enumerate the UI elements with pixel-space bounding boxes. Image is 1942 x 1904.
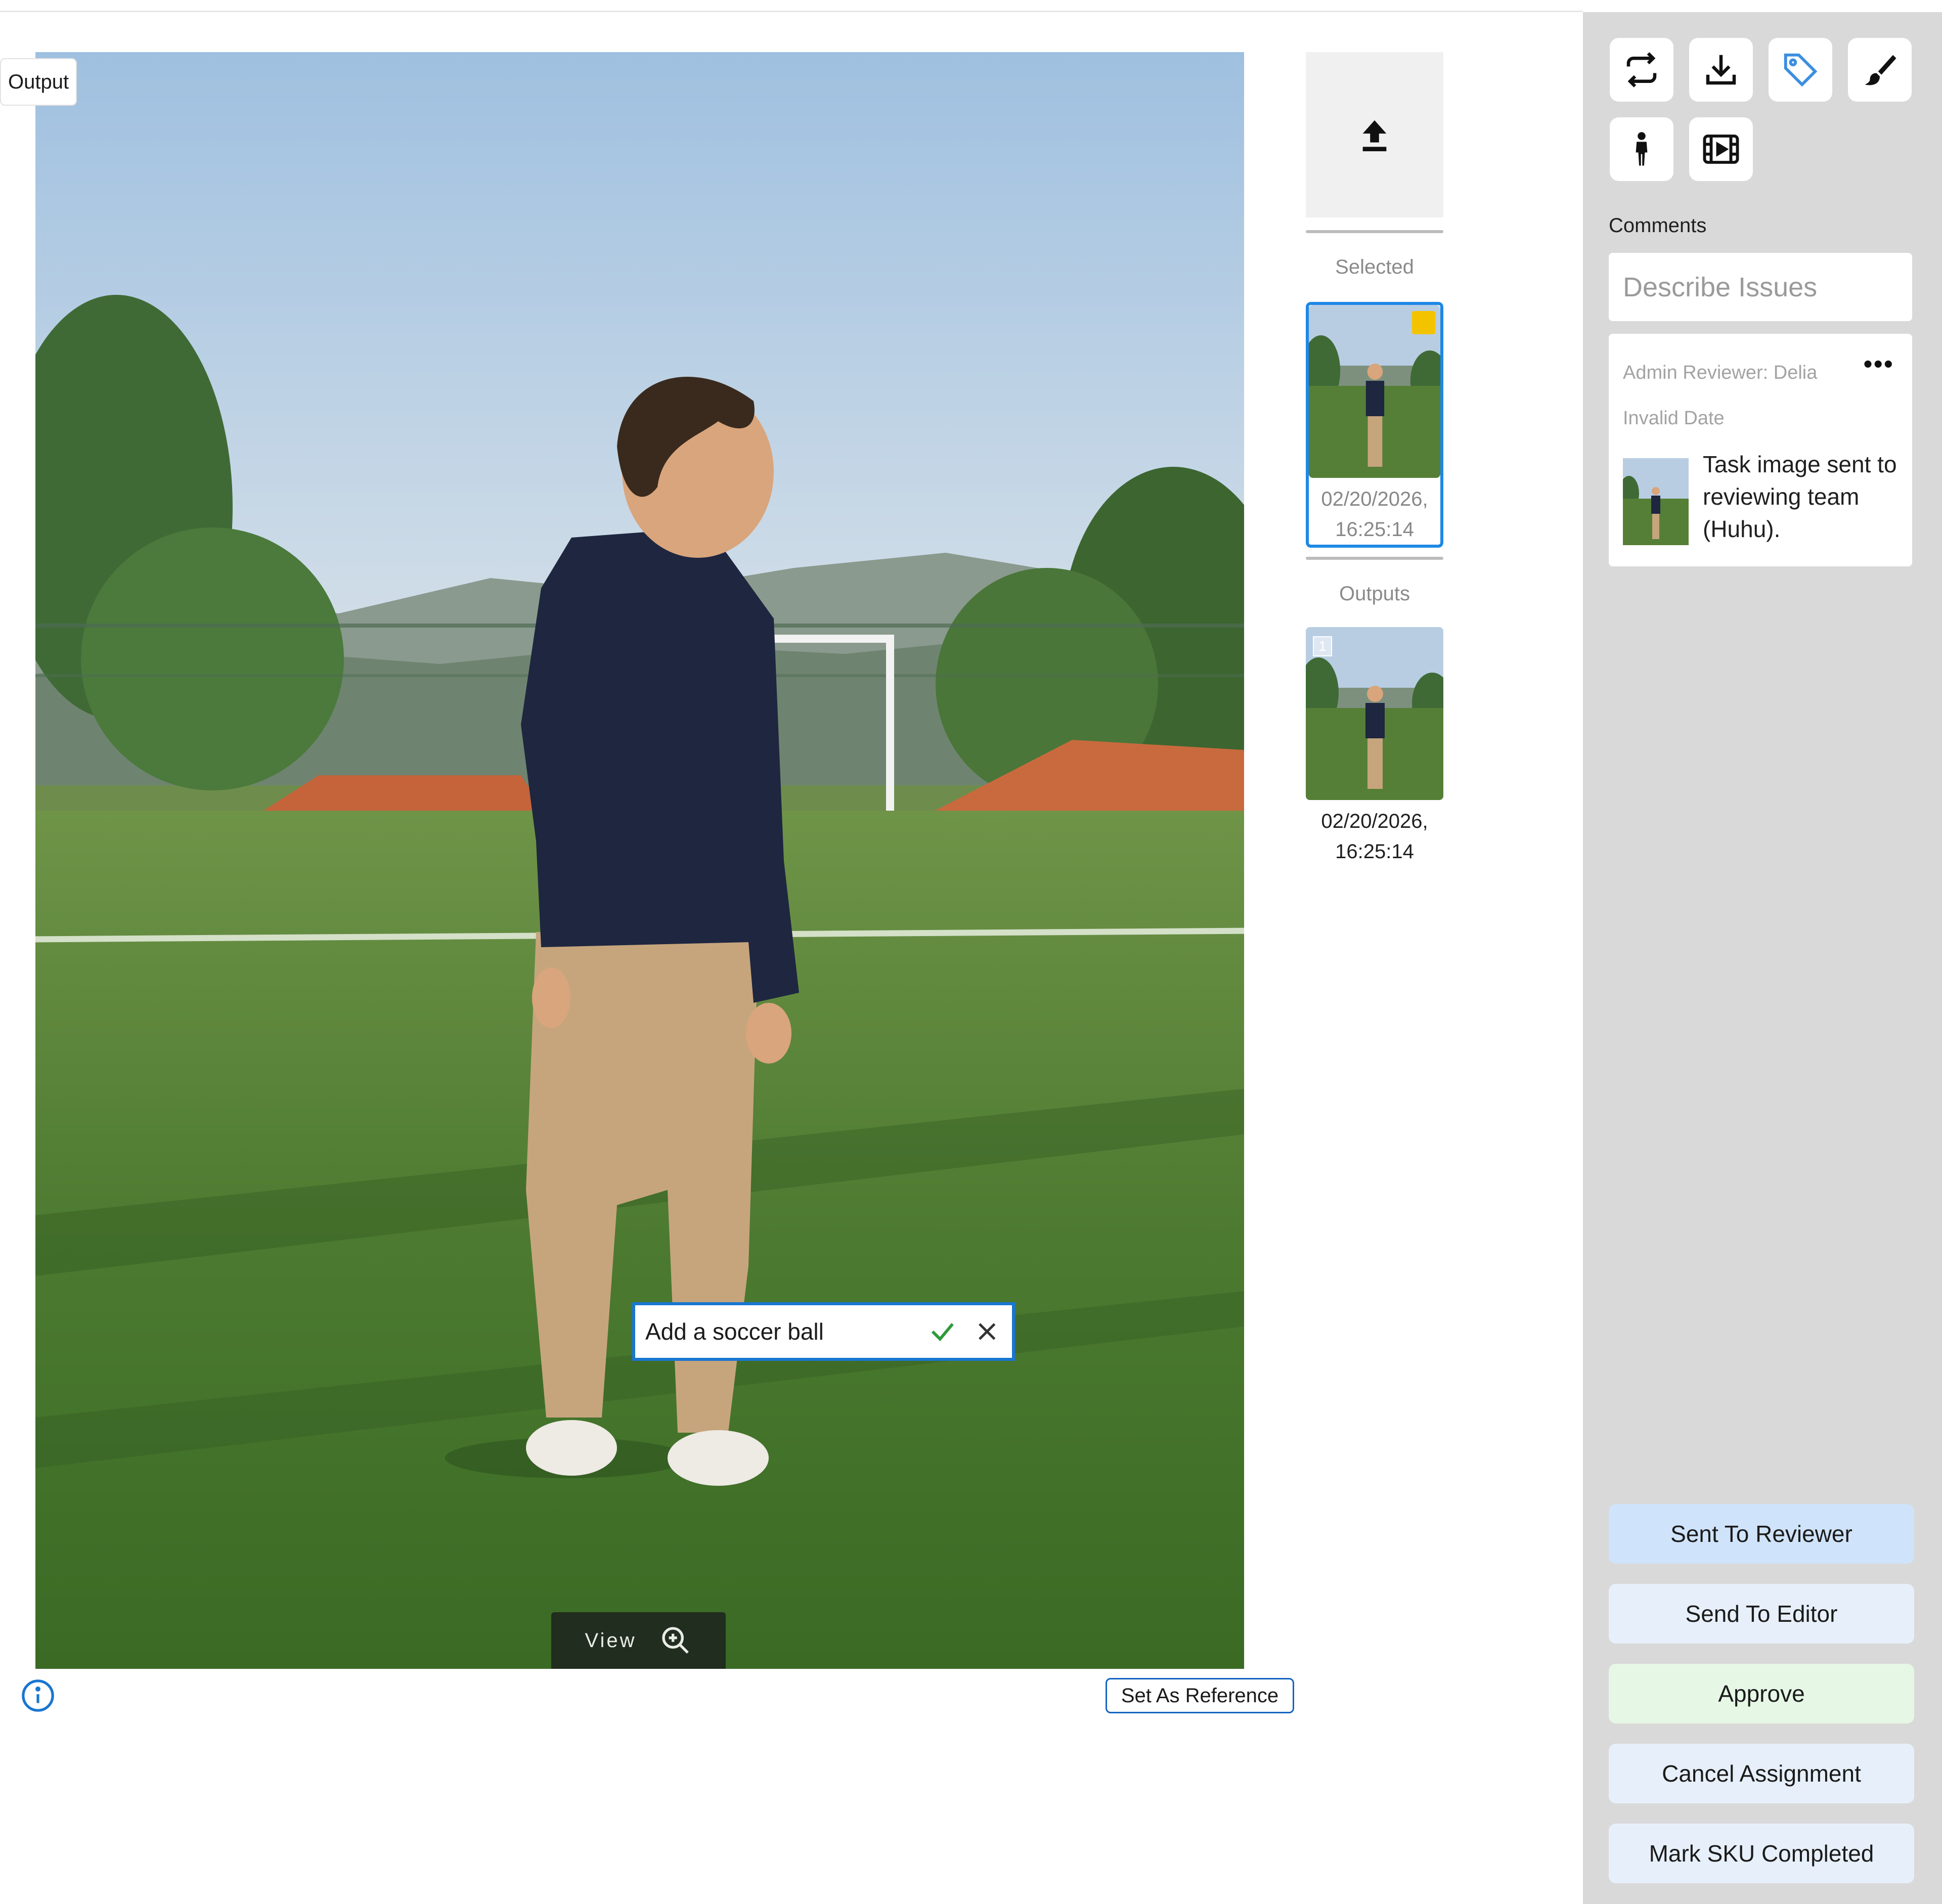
- upload-button[interactable]: [1306, 52, 1443, 217]
- output-thumbnail[interactable]: 1 02/20/2026, 16:25:14: [1306, 627, 1443, 867]
- comment-date: Invalid Date: [1623, 408, 1725, 429]
- film-icon: [1703, 135, 1739, 164]
- edit-prompt-input[interactable]: [645, 1318, 913, 1345]
- comment-author: Admin Reviewer: Delia: [1623, 362, 1818, 383]
- person-button[interactable]: [1610, 117, 1673, 181]
- brush-button[interactable]: [1848, 38, 1912, 102]
- scene-illustration: [35, 52, 1244, 1669]
- download-icon: [1706, 55, 1736, 85]
- comment-text: Task image sent to reviewing team (Huhu)…: [1703, 451, 1897, 542]
- view-zoom-button[interactable]: View: [551, 1612, 726, 1669]
- divider: [1306, 230, 1443, 233]
- output-thumbnail-date: 02/20/2026, 16:25:14: [1321, 810, 1428, 863]
- close-icon[interactable]: [972, 1316, 1002, 1347]
- outputs-label: Outputs: [1339, 583, 1410, 605]
- comment-thumbnail[interactable]: [1623, 458, 1689, 545]
- set-as-reference-button[interactable]: Set As Reference: [1106, 1678, 1294, 1713]
- info-icon[interactable]: [20, 1678, 56, 1713]
- selected-check-icon: [1412, 311, 1435, 334]
- selected-label: Selected: [1335, 256, 1414, 278]
- comment-thumbnail-picture: [1623, 458, 1689, 545]
- thumbnail-image: 1: [1306, 627, 1443, 800]
- cancel-assignment-button[interactable]: Cancel Assignment: [1609, 1744, 1914, 1803]
- top-border: [0, 0, 1583, 12]
- describe-issues-input[interactable]: [1623, 271, 1942, 303]
- selected-thumbnail-date: 02/20/2026, 16:25:14: [1321, 488, 1428, 541]
- send-to-editor-button[interactable]: Send To Editor: [1609, 1584, 1914, 1644]
- person-icon: [1636, 132, 1648, 166]
- edit-prompt-box: [632, 1302, 1015, 1361]
- comment-input-box: •••: [1609, 253, 1942, 321]
- review-panel: Comments ••• Admin Reviewer: Delia ••• I…: [1583, 12, 1942, 1904]
- download-button[interactable]: [1689, 38, 1753, 102]
- tag-icon: [1784, 53, 1818, 87]
- selected-thumbnail[interactable]: 02/20/2026, 16:25:14: [1306, 302, 1443, 548]
- output-image[interactable]: [35, 52, 1244, 1669]
- brush-icon: [1865, 55, 1896, 85]
- view-label: View: [585, 1629, 637, 1652]
- output-number-badge: 1: [1313, 636, 1332, 656]
- swap-button[interactable]: [1610, 38, 1673, 102]
- tag-button[interactable]: [1769, 38, 1832, 102]
- check-icon[interactable]: [928, 1316, 958, 1347]
- comment-options-icon[interactable]: •••: [1863, 351, 1894, 377]
- divider: [1306, 557, 1443, 560]
- sent-to-reviewer-button[interactable]: Sent To Reviewer: [1609, 1504, 1914, 1564]
- upload-icon: [1362, 120, 1387, 151]
- thumbnail-image: [1309, 305, 1440, 478]
- comment-card: Admin Reviewer: Delia ••• Invalid Date T…: [1609, 334, 1912, 566]
- approve-button[interactable]: Approve: [1609, 1664, 1914, 1723]
- film-button[interactable]: [1689, 117, 1753, 181]
- mark-sku-completed-button[interactable]: Mark SKU Completed: [1609, 1824, 1914, 1883]
- swap-icon: [1626, 52, 1657, 87]
- zoom-in-icon: [662, 1627, 689, 1654]
- output-label: Output: [0, 58, 77, 106]
- comments-heading: Comments: [1609, 214, 1707, 237]
